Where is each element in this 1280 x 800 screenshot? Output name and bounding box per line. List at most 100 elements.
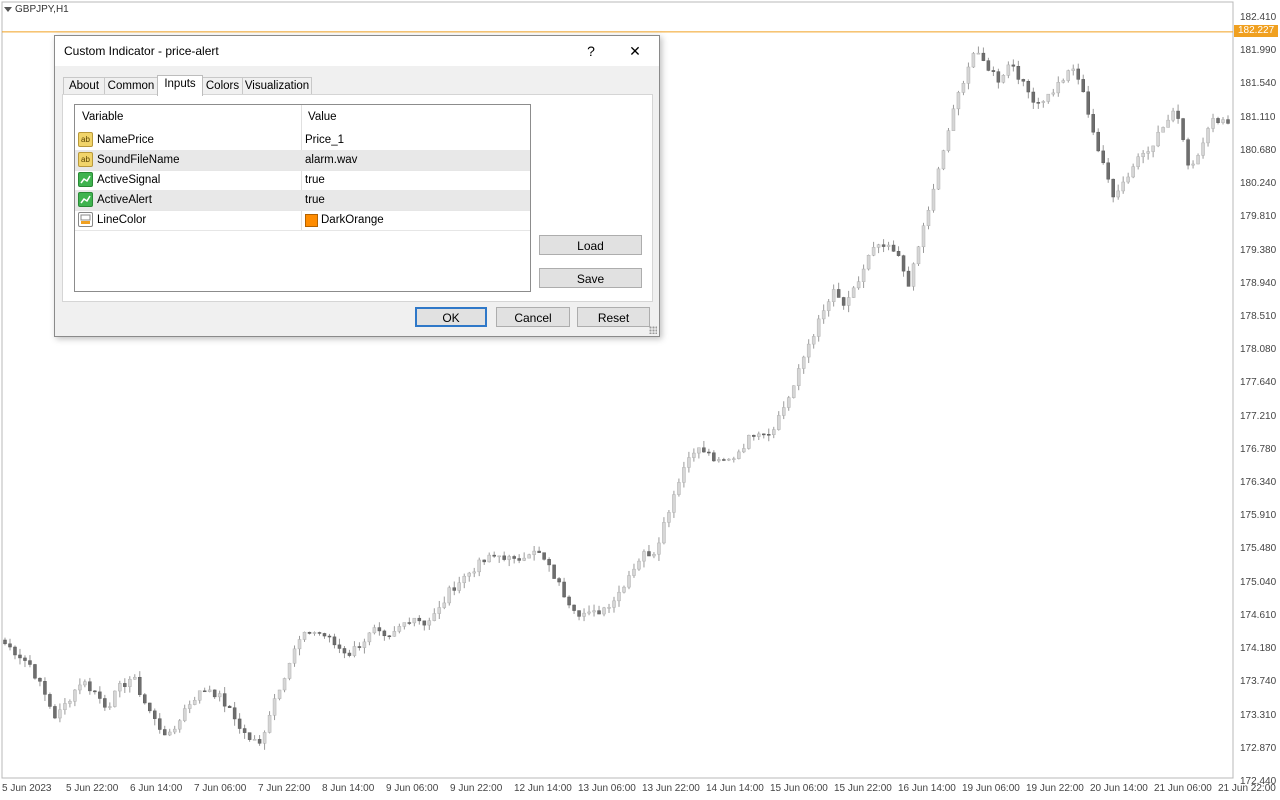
tab-visualization[interactable]: Visualization bbox=[242, 77, 312, 95]
variable-value[interactable]: DarkOrange bbox=[321, 214, 384, 226]
candle bbox=[307, 631, 312, 635]
candle bbox=[113, 690, 117, 708]
candle bbox=[991, 66, 996, 77]
candle bbox=[242, 724, 247, 739]
candle bbox=[677, 478, 681, 497]
resize-grip-icon[interactable] bbox=[649, 326, 657, 334]
candle bbox=[252, 735, 257, 741]
candle bbox=[83, 679, 87, 688]
candle bbox=[387, 635, 392, 640]
time-tick-label: 8 Jun 14:00 bbox=[322, 783, 375, 794]
time-tick-label: 21 Jun 06:00 bbox=[1154, 783, 1212, 794]
header-variable[interactable]: Variable bbox=[82, 111, 123, 123]
candle bbox=[467, 571, 471, 582]
save-button[interactable]: Save bbox=[539, 268, 642, 288]
candle bbox=[577, 610, 581, 621]
candle bbox=[68, 699, 72, 708]
candle bbox=[757, 431, 761, 441]
candle bbox=[272, 693, 277, 721]
candle bbox=[732, 456, 736, 463]
candle bbox=[981, 47, 986, 62]
candle bbox=[582, 608, 586, 622]
candle bbox=[537, 546, 541, 553]
variable-value[interactable]: Price_1 bbox=[305, 134, 344, 146]
tab-colors[interactable]: Colors bbox=[202, 77, 243, 95]
candle bbox=[801, 355, 806, 374]
candle bbox=[841, 296, 846, 310]
candle bbox=[796, 364, 801, 391]
header-value[interactable]: Value bbox=[308, 111, 337, 123]
candle bbox=[512, 554, 516, 564]
candle bbox=[891, 240, 896, 252]
candle bbox=[1021, 78, 1026, 87]
dialog-titlebar[interactable]: Custom Indicator - price-alert ? ✕ bbox=[55, 36, 659, 66]
input-row-soundfilename[interactable]: ab SoundFileName alarm.wav bbox=[75, 150, 530, 171]
candle bbox=[881, 239, 886, 253]
candle bbox=[1211, 113, 1215, 133]
candle bbox=[177, 718, 182, 733]
candle bbox=[961, 80, 966, 96]
variable-value[interactable]: true bbox=[305, 174, 325, 186]
tab-about[interactable]: About bbox=[63, 77, 105, 95]
input-row-activealert[interactable]: ActiveAlert true bbox=[75, 190, 530, 211]
candle bbox=[926, 206, 931, 230]
candle bbox=[1046, 93, 1051, 104]
reset-button[interactable]: Reset bbox=[577, 307, 650, 327]
close-button[interactable]: ✕ bbox=[622, 41, 648, 61]
tab-inputs[interactable]: Inputs bbox=[157, 75, 203, 96]
candle bbox=[108, 702, 112, 710]
candle bbox=[1096, 128, 1100, 153]
bool-type-icon bbox=[78, 192, 93, 207]
candle bbox=[1186, 137, 1190, 170]
candle bbox=[247, 732, 252, 742]
symbol-text: GBPJPY,H1 bbox=[15, 4, 69, 15]
candle bbox=[347, 649, 352, 658]
candle bbox=[627, 570, 631, 590]
candle bbox=[437, 600, 442, 619]
candle bbox=[133, 674, 137, 680]
candle bbox=[497, 555, 501, 563]
candle bbox=[911, 262, 916, 291]
candle bbox=[167, 728, 172, 737]
input-row-linecolor[interactable]: LineColor DarkOrange bbox=[75, 210, 530, 231]
dropdown-triangle-icon[interactable] bbox=[4, 7, 12, 12]
candle bbox=[8, 638, 12, 651]
price-tick-label: 178.940 bbox=[1240, 277, 1277, 289]
color-swatch[interactable] bbox=[305, 214, 318, 227]
candle bbox=[352, 641, 357, 658]
candle bbox=[277, 689, 282, 701]
candle bbox=[1146, 146, 1150, 160]
candle bbox=[597, 605, 601, 615]
candle bbox=[542, 552, 546, 561]
load-button[interactable]: Load bbox=[539, 235, 642, 255]
candle bbox=[831, 284, 836, 307]
candle bbox=[1201, 137, 1205, 159]
candle bbox=[1036, 97, 1041, 109]
candle bbox=[632, 563, 636, 578]
candle bbox=[297, 635, 302, 656]
inputs-grid[interactable]: Variable Value ab NamePrice Price_1 ab S… bbox=[74, 104, 531, 292]
candle bbox=[921, 222, 926, 253]
variable-value[interactable]: true bbox=[305, 194, 325, 206]
input-row-activesignal[interactable]: ActiveSignal true bbox=[75, 170, 530, 191]
candle bbox=[487, 552, 491, 563]
candle bbox=[791, 385, 796, 399]
tab-common[interactable]: Common bbox=[104, 77, 158, 95]
candle bbox=[38, 677, 42, 687]
cancel-button[interactable]: Cancel bbox=[496, 307, 570, 327]
variable-value[interactable]: alarm.wav bbox=[305, 154, 357, 166]
candle bbox=[617, 585, 621, 607]
candle bbox=[1156, 125, 1160, 148]
candle bbox=[707, 448, 711, 456]
ok-button[interactable]: OK bbox=[415, 307, 487, 327]
candle bbox=[312, 631, 317, 636]
input-row-nameprice[interactable]: ab NamePrice Price_1 bbox=[75, 130, 530, 151]
candle bbox=[1016, 60, 1021, 85]
candle bbox=[806, 339, 811, 364]
candle bbox=[901, 254, 906, 277]
help-button[interactable]: ? bbox=[578, 41, 604, 61]
candle bbox=[162, 725, 167, 736]
candle bbox=[138, 671, 142, 698]
candle bbox=[103, 694, 107, 711]
chart-symbol-label[interactable]: GBPJPY,H1 bbox=[4, 4, 69, 15]
